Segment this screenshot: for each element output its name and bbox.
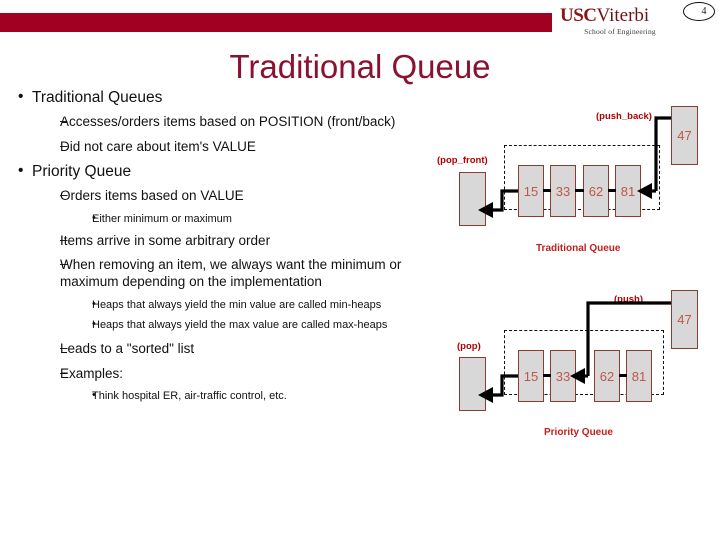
diagram-caption: Priority Queue	[544, 427, 613, 438]
slide: USCViterbi School of Engineering 4 Tradi…	[0, 0, 720, 540]
priority-queue-arrows	[478, 301, 671, 403]
priority-queue-diagram: (push) (pop) 47 15 33 62 81 Priority Que…	[0, 0, 720, 540]
